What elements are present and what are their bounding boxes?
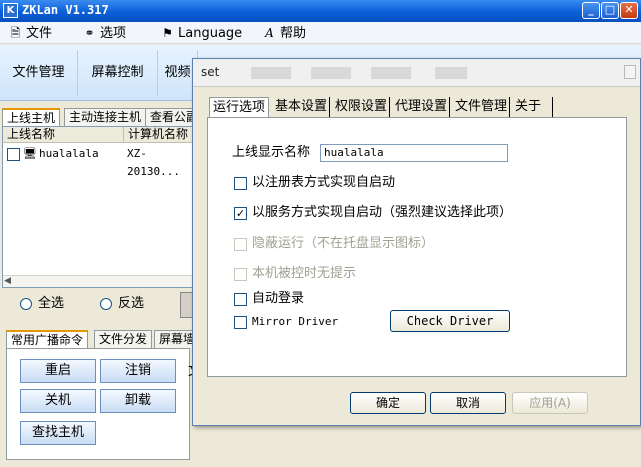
tab-proxy-settings[interactable]: 代理设置 <box>393 97 451 117</box>
maximize-button[interactable]: □ <box>601 2 619 19</box>
option-mirror-driver[interactable]: Mirror Driver <box>234 314 338 330</box>
menu-file-label: 文件 <box>26 26 53 41</box>
uninstall-button[interactable]: 卸载 <box>100 389 176 413</box>
help-icon: A <box>265 26 274 40</box>
tab-online-hosts[interactable]: 上线主机 <box>2 108 61 127</box>
checkbox[interactable]: ✓ <box>234 207 247 220</box>
column-online-name[interactable]: 上线名称 <box>3 127 124 143</box>
tab-basic-settings[interactable]: 基本设置 <box>273 97 331 117</box>
radio-select-all[interactable]: 全选 <box>20 296 64 312</box>
command-tabs: 常用广播命令 文件分发 屏幕墙 <box>6 330 196 349</box>
option-label: 以注册表方式实现自启动 <box>252 175 396 190</box>
menu-help-label: 帮助 <box>280 26 307 41</box>
checkbox <box>234 238 247 251</box>
column-computer-name[interactable]: 计算机名称 <box>124 127 197 143</box>
option-label: 隐蔽运行（不在托盘显示图标） <box>252 236 435 251</box>
table-row[interactable]: 🖥 hualalala XZ-20130... <box>3 145 197 178</box>
option-label: 自动登录 <box>252 291 305 306</box>
dialog-tabs: 运行选项 基本设置 权限设置 代理设置 文件管理 关于 <box>209 97 569 117</box>
online-name-input[interactable]: hualalala <box>320 144 508 162</box>
dialog-close-icon[interactable] <box>624 65 636 79</box>
ok-button[interactable]: 确定 <box>350 392 426 414</box>
option-label: Mirror Driver <box>252 315 339 328</box>
host-name: hualalala <box>39 147 99 160</box>
ghost-tab <box>435 67 467 79</box>
checkbox[interactable] <box>234 316 247 329</box>
tab-file-manage[interactable]: 文件管理 <box>453 97 511 117</box>
host-list: 上线名称 计算机名称 🖥 hualalala XZ-20130... ◀ <box>2 126 197 288</box>
menu-language[interactable]: ⚑ Language <box>160 25 242 42</box>
tab-screen-wall[interactable]: 屏幕墙 <box>154 330 196 348</box>
radio-invert-label: 反选 <box>118 296 145 311</box>
main-titlebar[interactable]: K ZKLan V1.317 _ □ ✕ <box>0 0 641 22</box>
menubar: 🗎 文件 ⚭ 选项 ⚑ Language A 帮助 <box>0 22 641 44</box>
row-checkbox[interactable] <box>7 148 20 161</box>
radio-circle[interactable] <box>100 298 112 310</box>
menu-options[interactable]: ⚭ 选项 <box>82 25 126 42</box>
option-hidden-run: 隐蔽运行（不在托盘显示图标） <box>234 236 434 252</box>
option-no-prompt: 本机被控时无提示 <box>234 266 356 282</box>
logoff-button[interactable]: 注销 <box>100 359 176 383</box>
ghost-tab <box>371 67 411 79</box>
option-auto-login[interactable]: 自动登录 <box>234 291 304 307</box>
online-name-label: 上线显示名称 <box>232 145 311 160</box>
command-panel: 重启 注销 关机 卸载 查找主机 <box>6 348 190 460</box>
find-host-button[interactable]: 查找主机 <box>20 421 96 445</box>
host-icon: 🖥 <box>23 147 37 160</box>
scroll-left-icon[interactable]: ◀ <box>4 276 11 287</box>
radio-circle[interactable] <box>20 298 32 310</box>
radio-invert[interactable]: 反选 <box>100 296 144 312</box>
menu-options-label: 选项 <box>100 26 127 41</box>
shutdown-button[interactable]: 关机 <box>20 389 96 413</box>
dialog-titlebar[interactable]: set <box>193 59 640 87</box>
app-icon: K <box>3 3 18 18</box>
checkbox[interactable] <box>234 293 247 306</box>
host-list-header: 上线名称 计算机名称 <box>3 127 197 143</box>
horizontal-scrollbar[interactable]: ◀ <box>3 275 195 287</box>
apply-button: 应用(A) <box>512 392 588 414</box>
ghost-tab <box>251 67 291 79</box>
window-title: ZKLan V1.317 <box>22 3 109 17</box>
host-computer: XZ-20130... <box>127 147 180 178</box>
option-registry-autostart[interactable]: 以注册表方式实现自启动 <box>234 175 395 191</box>
dialog-title: set <box>201 65 220 79</box>
menu-help[interactable]: A 帮助 <box>262 25 306 42</box>
tab-active-connect[interactable]: 主动连接主机 <box>64 108 147 126</box>
menu-language-label: Language <box>178 26 243 41</box>
checkbox <box>234 268 247 281</box>
menu-file[interactable]: 🗎 文件 <box>8 25 52 42</box>
host-tabs: 上线主机 主动连接主机 查看公副 <box>0 108 204 127</box>
tab-run-options[interactable]: 运行选项 <box>209 97 270 117</box>
language-icon: ⚑ <box>162 26 173 40</box>
tab-file-distribute[interactable]: 文件分发 <box>94 330 153 348</box>
tab-about[interactable]: 关于 <box>513 97 553 117</box>
option-label: 以服务方式实现自启动（强烈建议选择此项） <box>252 205 513 220</box>
restart-button[interactable]: 重启 <box>20 359 96 383</box>
toolbar-file-manage[interactable]: 文件管理 <box>0 50 78 96</box>
tab-broadcast-commands[interactable]: 常用广播命令 <box>6 330 89 349</box>
option-service-autostart[interactable]: ✓ 以服务方式实现自启动（强烈建议选择此项） <box>234 205 512 221</box>
file-icon: 🗎 <box>10 26 21 40</box>
toolbar-screen-control[interactable]: 屏幕控制 <box>78 50 158 96</box>
close-button[interactable]: ✕ <box>620 2 638 19</box>
minimize-button[interactable]: _ <box>582 2 600 19</box>
radio-select-all-label: 全选 <box>38 296 65 311</box>
checkbox[interactable] <box>234 177 247 190</box>
option-label: 本机被控时无提示 <box>252 266 357 281</box>
options-icon: ⚭ <box>84 26 95 40</box>
ghost-tab <box>311 67 351 79</box>
tab-permission-settings[interactable]: 权限设置 <box>333 97 391 117</box>
check-driver-button[interactable]: Check Driver <box>390 310 510 332</box>
cancel-button[interactable]: 取消 <box>430 392 506 414</box>
